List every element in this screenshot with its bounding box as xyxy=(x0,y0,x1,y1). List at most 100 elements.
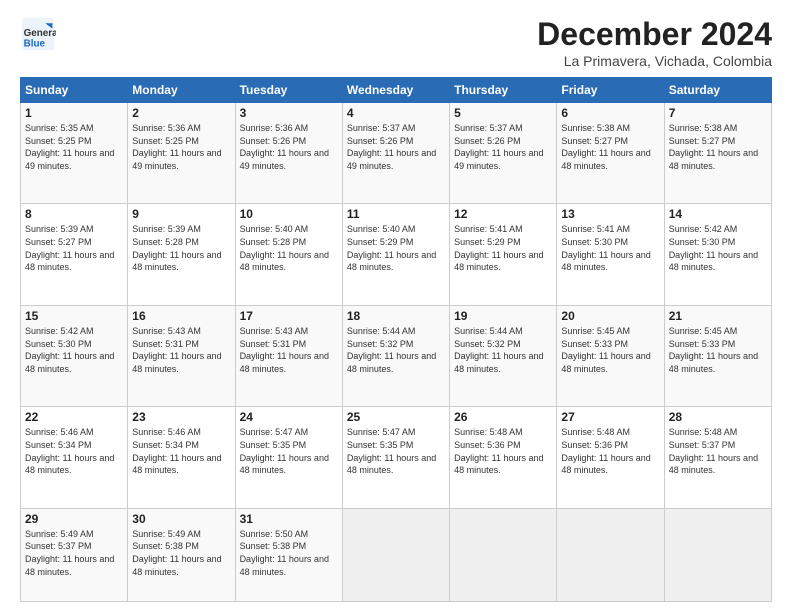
day-info: Sunrise: 5:48 AMSunset: 5:36 PMDaylight:… xyxy=(454,426,552,476)
table-row: 22 Sunrise: 5:46 AMSunset: 5:34 PMDaylig… xyxy=(21,407,128,508)
day-number: 17 xyxy=(240,309,338,323)
table-row: 3 Sunrise: 5:36 AMSunset: 5:26 PMDayligh… xyxy=(235,103,342,204)
table-row: 12 Sunrise: 5:41 AMSunset: 5:29 PMDaylig… xyxy=(450,204,557,305)
day-number: 12 xyxy=(454,207,552,221)
calendar-week-4: 29 Sunrise: 5:49 AMSunset: 5:37 PMDaylig… xyxy=(21,508,772,601)
day-number: 30 xyxy=(132,512,230,526)
table-row: 23 Sunrise: 5:46 AMSunset: 5:34 PMDaylig… xyxy=(128,407,235,508)
day-number: 22 xyxy=(25,410,123,424)
day-number: 14 xyxy=(669,207,767,221)
table-row: 16 Sunrise: 5:43 AMSunset: 5:31 PMDaylig… xyxy=(128,305,235,406)
day-info: Sunrise: 5:50 AMSunset: 5:38 PMDaylight:… xyxy=(240,528,338,578)
table-row: 2 Sunrise: 5:36 AMSunset: 5:25 PMDayligh… xyxy=(128,103,235,204)
day-info: Sunrise: 5:39 AMSunset: 5:28 PMDaylight:… xyxy=(132,223,230,273)
day-number: 19 xyxy=(454,309,552,323)
day-number: 21 xyxy=(669,309,767,323)
day-number: 10 xyxy=(240,207,338,221)
day-info: Sunrise: 5:38 AMSunset: 5:27 PMDaylight:… xyxy=(669,122,767,172)
table-row: 24 Sunrise: 5:47 AMSunset: 5:35 PMDaylig… xyxy=(235,407,342,508)
header-row: Sunday Monday Tuesday Wednesday Thursday… xyxy=(21,78,772,103)
table-row: 29 Sunrise: 5:49 AMSunset: 5:37 PMDaylig… xyxy=(21,508,128,601)
table-row: 13 Sunrise: 5:41 AMSunset: 5:30 PMDaylig… xyxy=(557,204,664,305)
day-info: Sunrise: 5:47 AMSunset: 5:35 PMDaylight:… xyxy=(347,426,445,476)
day-number: 1 xyxy=(25,106,123,120)
day-info: Sunrise: 5:40 AMSunset: 5:28 PMDaylight:… xyxy=(240,223,338,273)
day-number: 18 xyxy=(347,309,445,323)
day-info: Sunrise: 5:42 AMSunset: 5:30 PMDaylight:… xyxy=(669,223,767,273)
table-row: 14 Sunrise: 5:42 AMSunset: 5:30 PMDaylig… xyxy=(664,204,771,305)
table-row: 5 Sunrise: 5:37 AMSunset: 5:26 PMDayligh… xyxy=(450,103,557,204)
day-info: Sunrise: 5:49 AMSunset: 5:37 PMDaylight:… xyxy=(25,528,123,578)
day-number: 20 xyxy=(561,309,659,323)
day-info: Sunrise: 5:46 AMSunset: 5:34 PMDaylight:… xyxy=(25,426,123,476)
day-number: 23 xyxy=(132,410,230,424)
day-info: Sunrise: 5:40 AMSunset: 5:29 PMDaylight:… xyxy=(347,223,445,273)
day-info: Sunrise: 5:37 AMSunset: 5:26 PMDaylight:… xyxy=(347,122,445,172)
day-number: 9 xyxy=(132,207,230,221)
table-row: 28 Sunrise: 5:48 AMSunset: 5:37 PMDaylig… xyxy=(664,407,771,508)
day-info: Sunrise: 5:46 AMSunset: 5:34 PMDaylight:… xyxy=(132,426,230,476)
col-tuesday: Tuesday xyxy=(235,78,342,103)
day-info: Sunrise: 5:49 AMSunset: 5:38 PMDaylight:… xyxy=(132,528,230,578)
day-info: Sunrise: 5:44 AMSunset: 5:32 PMDaylight:… xyxy=(454,325,552,375)
col-sunday: Sunday xyxy=(21,78,128,103)
day-number: 29 xyxy=(25,512,123,526)
table-row: 4 Sunrise: 5:37 AMSunset: 5:26 PMDayligh… xyxy=(342,103,449,204)
table-row: 21 Sunrise: 5:45 AMSunset: 5:33 PMDaylig… xyxy=(664,305,771,406)
day-info: Sunrise: 5:41 AMSunset: 5:29 PMDaylight:… xyxy=(454,223,552,273)
table-row: 11 Sunrise: 5:40 AMSunset: 5:29 PMDaylig… xyxy=(342,204,449,305)
table-row: 7 Sunrise: 5:38 AMSunset: 5:27 PMDayligh… xyxy=(664,103,771,204)
table-row: 30 Sunrise: 5:49 AMSunset: 5:38 PMDaylig… xyxy=(128,508,235,601)
day-number: 11 xyxy=(347,207,445,221)
day-number: 8 xyxy=(25,207,123,221)
day-number: 28 xyxy=(669,410,767,424)
day-info: Sunrise: 5:45 AMSunset: 5:33 PMDaylight:… xyxy=(669,325,767,375)
day-info: Sunrise: 5:43 AMSunset: 5:31 PMDaylight:… xyxy=(132,325,230,375)
calendar-table: Sunday Monday Tuesday Wednesday Thursday… xyxy=(20,77,772,602)
day-number: 31 xyxy=(240,512,338,526)
page: General Blue December 2024 La Primavera,… xyxy=(0,0,792,612)
day-number: 13 xyxy=(561,207,659,221)
day-info: Sunrise: 5:39 AMSunset: 5:27 PMDaylight:… xyxy=(25,223,123,273)
col-friday: Friday xyxy=(557,78,664,103)
table-row: 17 Sunrise: 5:43 AMSunset: 5:31 PMDaylig… xyxy=(235,305,342,406)
day-info: Sunrise: 5:41 AMSunset: 5:30 PMDaylight:… xyxy=(561,223,659,273)
table-row: 9 Sunrise: 5:39 AMSunset: 5:28 PMDayligh… xyxy=(128,204,235,305)
day-number: 7 xyxy=(669,106,767,120)
svg-text:Blue: Blue xyxy=(24,39,46,50)
day-info: Sunrise: 5:36 AMSunset: 5:25 PMDaylight:… xyxy=(132,122,230,172)
table-row: 10 Sunrise: 5:40 AMSunset: 5:28 PMDaylig… xyxy=(235,204,342,305)
day-number: 6 xyxy=(561,106,659,120)
table-row: 31 Sunrise: 5:50 AMSunset: 5:38 PMDaylig… xyxy=(235,508,342,601)
table-row: 18 Sunrise: 5:44 AMSunset: 5:32 PMDaylig… xyxy=(342,305,449,406)
table-row: 27 Sunrise: 5:48 AMSunset: 5:36 PMDaylig… xyxy=(557,407,664,508)
table-row xyxy=(450,508,557,601)
day-info: Sunrise: 5:43 AMSunset: 5:31 PMDaylight:… xyxy=(240,325,338,375)
day-info: Sunrise: 5:35 AMSunset: 5:25 PMDaylight:… xyxy=(25,122,123,172)
day-number: 5 xyxy=(454,106,552,120)
table-row: 20 Sunrise: 5:45 AMSunset: 5:33 PMDaylig… xyxy=(557,305,664,406)
day-number: 24 xyxy=(240,410,338,424)
day-number: 26 xyxy=(454,410,552,424)
table-row: 25 Sunrise: 5:47 AMSunset: 5:35 PMDaylig… xyxy=(342,407,449,508)
day-number: 3 xyxy=(240,106,338,120)
col-thursday: Thursday xyxy=(450,78,557,103)
col-wednesday: Wednesday xyxy=(342,78,449,103)
table-row: 15 Sunrise: 5:42 AMSunset: 5:30 PMDaylig… xyxy=(21,305,128,406)
table-row xyxy=(664,508,771,601)
day-info: Sunrise: 5:38 AMSunset: 5:27 PMDaylight:… xyxy=(561,122,659,172)
day-info: Sunrise: 5:48 AMSunset: 5:36 PMDaylight:… xyxy=(561,426,659,476)
title-block: December 2024 La Primavera, Vichada, Col… xyxy=(537,16,772,69)
table-row: 8 Sunrise: 5:39 AMSunset: 5:27 PMDayligh… xyxy=(21,204,128,305)
table-row: 19 Sunrise: 5:44 AMSunset: 5:32 PMDaylig… xyxy=(450,305,557,406)
day-info: Sunrise: 5:47 AMSunset: 5:35 PMDaylight:… xyxy=(240,426,338,476)
calendar-week-2: 15 Sunrise: 5:42 AMSunset: 5:30 PMDaylig… xyxy=(21,305,772,406)
table-row: 1 Sunrise: 5:35 AMSunset: 5:25 PMDayligh… xyxy=(21,103,128,204)
day-number: 25 xyxy=(347,410,445,424)
day-number: 4 xyxy=(347,106,445,120)
logo-svg: General Blue xyxy=(20,16,56,52)
table-row xyxy=(342,508,449,601)
table-row: 6 Sunrise: 5:38 AMSunset: 5:27 PMDayligh… xyxy=(557,103,664,204)
day-number: 15 xyxy=(25,309,123,323)
calendar-week-1: 8 Sunrise: 5:39 AMSunset: 5:27 PMDayligh… xyxy=(21,204,772,305)
